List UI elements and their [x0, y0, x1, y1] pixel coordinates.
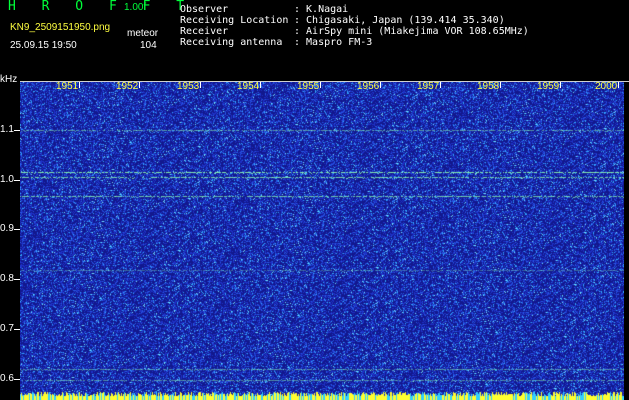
app-title: H R O F F T: [8, 0, 194, 14]
x-tick: [440, 82, 441, 88]
info-label: Receiver: [180, 26, 229, 37]
info-value: : Chigasaki, Japan (139.414 35.340): [294, 15, 505, 26]
y-tick: [14, 229, 20, 230]
x-tick-label: 1956: [357, 81, 380, 92]
info-row-observer: Observer : K.Nagai: [180, 4, 348, 15]
x-tick-label: 1955: [297, 81, 320, 92]
mode-label: meteor: [127, 28, 159, 39]
meteor-count: 104: [140, 40, 157, 51]
x-tick: [139, 82, 140, 88]
x-tick-label: 1952: [116, 81, 139, 92]
info-row-antenna: Receiving antenna : Maspro FM-3: [180, 37, 372, 48]
info-row-receiver: Receiver : AirSpy mini (Miakejima VOR 108…: [180, 26, 529, 37]
x-tick-label: 2000: [595, 81, 618, 92]
header-panel: H R O F F T 1.00f KN9_2509151950.png met…: [0, 0, 629, 70]
waterfall-spectrogram: [20, 82, 624, 400]
x-tick: [380, 82, 381, 88]
x-tick-label: 1958: [477, 81, 500, 92]
x-tick: [200, 82, 201, 88]
x-tick-label: 1954: [237, 81, 260, 92]
x-tick: [500, 82, 501, 88]
x-tick: [560, 82, 561, 88]
y-tick: [14, 180, 20, 181]
info-label: Receiving antenna: [180, 37, 283, 48]
file-name: KN9_2509151950.png: [10, 22, 111, 33]
spectrogram-canvas: [20, 82, 624, 400]
info-row-location: Receiving Location : Chigasaki, Japan (13…: [180, 15, 505, 26]
plot-right-border: [624, 82, 629, 400]
x-tick: [320, 82, 321, 88]
info-value: : K.Nagai: [294, 4, 349, 15]
info-label: Observer: [180, 4, 229, 15]
x-tick: [79, 82, 80, 88]
info-label: Receiving Location: [180, 15, 289, 26]
x-tick: [618, 82, 619, 88]
x-tick-label: 1953: [177, 81, 200, 92]
x-tick-label: 1957: [417, 81, 440, 92]
y-tick: [14, 130, 20, 131]
y-tick: [14, 329, 20, 330]
y-tick: [14, 279, 20, 280]
info-value: : AirSpy mini (Miakejima VOR 108.65MHz): [294, 26, 529, 37]
y-axis-unit: kHz: [0, 74, 18, 85]
x-tick: [260, 82, 261, 88]
y-tick: [14, 379, 20, 380]
x-tick-label: 1959: [537, 81, 560, 92]
x-tick-label: 1951: [56, 81, 79, 92]
info-value: : Maspro FM-3: [294, 37, 373, 48]
timestamp: 25.09.15 19:50: [10, 40, 77, 51]
version-label: 1.00f: [124, 2, 147, 13]
